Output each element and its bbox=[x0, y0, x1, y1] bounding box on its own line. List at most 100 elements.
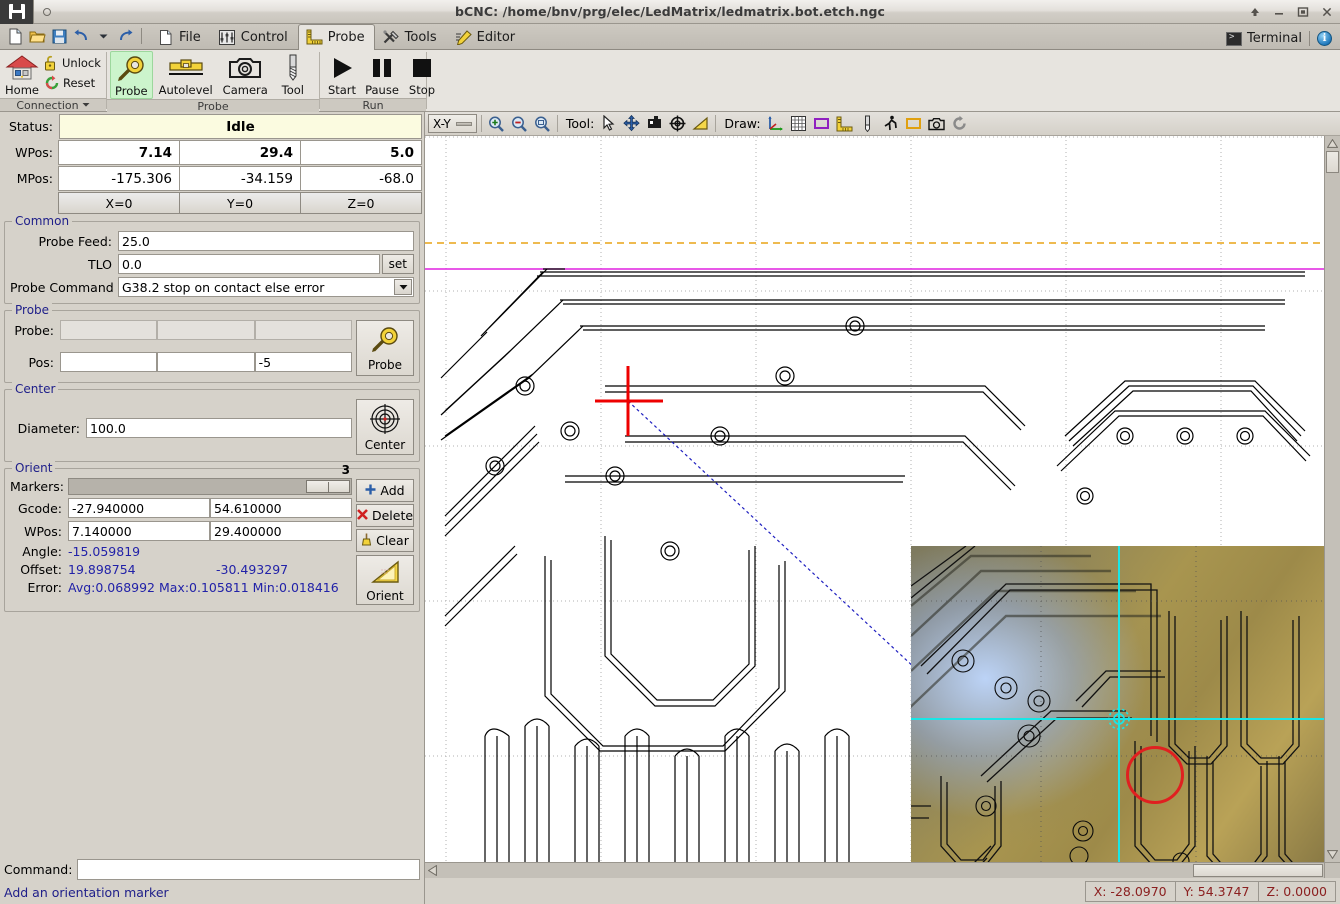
connection-caption: Connection bbox=[16, 98, 79, 112]
slider-thumb[interactable] bbox=[306, 480, 350, 493]
set-button[interactable]: set bbox=[381, 254, 414, 274]
camera-view-icon[interactable] bbox=[926, 113, 947, 134]
probe-feed-input[interactable]: 25.0 bbox=[118, 231, 414, 251]
reset-button[interactable]: Reset bbox=[41, 73, 104, 93]
tab-editor-label: Editor bbox=[476, 29, 516, 45]
save-disk-icon[interactable] bbox=[49, 26, 69, 46]
probe-ruler-icon[interactable] bbox=[834, 113, 855, 134]
window-minimize-button[interactable] bbox=[1272, 4, 1286, 20]
common-group: Common Probe Feed: 25.0 TLO 0.0 set Prob… bbox=[4, 214, 420, 304]
tool-button[interactable]: Tool bbox=[274, 51, 312, 97]
undo-arrow-icon[interactable] bbox=[71, 26, 91, 46]
vscroll-thumb[interactable] bbox=[1326, 151, 1339, 173]
canvas-horizontal-scrollbar[interactable] bbox=[425, 862, 1324, 878]
probe-command-row: Probe Command G38.2 stop on contact else… bbox=[10, 277, 414, 297]
command-input[interactable] bbox=[77, 859, 420, 880]
markers-slider[interactable] bbox=[68, 478, 352, 495]
pan-move-icon[interactable] bbox=[621, 113, 642, 134]
window-close-button[interactable] bbox=[1320, 4, 1334, 20]
vscroll-track[interactable] bbox=[1325, 173, 1340, 847]
ruler-triangle-icon[interactable] bbox=[690, 113, 711, 134]
clear-label: Clear bbox=[376, 533, 409, 548]
gcode-x-input[interactable]: -27.940000 bbox=[68, 498, 210, 518]
chevron-down-icon[interactable] bbox=[394, 279, 412, 295]
pos-z-input[interactable]: -5 bbox=[254, 352, 352, 372]
pos-x-input[interactable] bbox=[60, 352, 158, 372]
probe-action-button[interactable]: Probe bbox=[356, 320, 414, 376]
unlock-button[interactable]: Unlock bbox=[41, 53, 104, 73]
margin-icon[interactable] bbox=[811, 113, 832, 134]
view-mode-selector[interactable]: X-Y bbox=[428, 114, 477, 133]
orient-wpos-y-input[interactable]: 29.400000 bbox=[210, 521, 352, 541]
workarea-icon[interactable] bbox=[903, 113, 924, 134]
grid-icon[interactable] bbox=[788, 113, 809, 134]
tlo-input[interactable]: 0.0 bbox=[118, 254, 380, 274]
markers-label: Markers: bbox=[10, 479, 64, 494]
ribbon-group-connection-label[interactable]: Connection bbox=[0, 98, 106, 112]
scroll-up-arrow-icon[interactable] bbox=[1325, 136, 1340, 151]
hscroll-thumb[interactable] bbox=[1193, 864, 1323, 877]
center-target-icon[interactable] bbox=[667, 113, 688, 134]
orient-wpos-x-input[interactable]: 7.140000 bbox=[68, 521, 210, 541]
tab-probe[interactable]: Probe bbox=[297, 24, 375, 50]
wpos-y[interactable]: 29.4 bbox=[179, 140, 301, 165]
probe-command-select[interactable]: G38.2 stop on contact else error bbox=[118, 277, 414, 297]
app-icon[interactable] bbox=[0, 0, 34, 24]
open-folder-icon[interactable] bbox=[27, 26, 47, 46]
window-shade-button[interactable] bbox=[1248, 4, 1262, 20]
zoom-out-icon[interactable] bbox=[509, 113, 530, 134]
tab-editor[interactable]: Editor bbox=[447, 25, 525, 49]
zero-z-button[interactable]: Z=0 bbox=[300, 192, 422, 214]
delete-marker-button[interactable]: Delete bbox=[356, 504, 414, 527]
home-button[interactable]: Home bbox=[3, 51, 41, 97]
pos-y-input[interactable] bbox=[157, 352, 255, 372]
gcode-canvas[interactable] bbox=[425, 136, 1324, 862]
gcode-y-input[interactable]: 54.610000 bbox=[210, 498, 352, 518]
diameter-input[interactable]: 100.0 bbox=[86, 418, 352, 438]
chevron-down-icon[interactable] bbox=[93, 26, 113, 46]
probe-button[interactable]: Probe bbox=[110, 51, 153, 99]
stop-button[interactable]: Stop bbox=[403, 51, 441, 97]
zoom-fit-icon[interactable] bbox=[532, 113, 553, 134]
select-arrow-icon[interactable] bbox=[598, 113, 619, 134]
rapid-move-icon[interactable] bbox=[880, 113, 901, 134]
tab-tools-label: Tools bbox=[404, 29, 437, 45]
probe-value-y bbox=[157, 320, 255, 340]
new-file-icon[interactable] bbox=[5, 26, 25, 46]
endmill-path-icon[interactable] bbox=[857, 113, 878, 134]
add-marker-button[interactable]: Add bbox=[356, 479, 414, 502]
pencil-icon bbox=[455, 29, 472, 46]
zero-x-button[interactable]: X=0 bbox=[58, 192, 180, 214]
origin-icon[interactable] bbox=[644, 113, 665, 134]
clear-markers-button[interactable]: Clear bbox=[356, 529, 414, 552]
camera-overlay[interactable] bbox=[911, 546, 1324, 862]
tab-tools[interactable]: Tools bbox=[375, 25, 447, 49]
window-maximize-button[interactable] bbox=[1296, 4, 1310, 20]
wpos-z[interactable]: 5.0 bbox=[300, 140, 422, 165]
wpos-x[interactable]: 7.14 bbox=[58, 140, 180, 165]
autolevel-button[interactable]: Autolevel bbox=[155, 51, 217, 97]
tool-section-label: Tool: bbox=[565, 116, 595, 131]
center-action-button[interactable]: Center bbox=[356, 399, 414, 455]
pause-button[interactable]: Pause bbox=[363, 51, 401, 97]
scroll-down-arrow-icon[interactable] bbox=[1325, 847, 1340, 862]
info-icon[interactable]: i bbox=[1317, 31, 1332, 46]
mpos-row: MPos: -175.306 -34.159 -68.0 bbox=[2, 166, 422, 191]
window-menu-icon[interactable] bbox=[34, 0, 60, 24]
coordinate-status-bar: X: -28.0970 Y: 54.3747 Z: 0.0000 bbox=[425, 878, 1340, 904]
axes-icon[interactable] bbox=[765, 113, 786, 134]
orient-action-button[interactable]: Orient bbox=[356, 555, 414, 605]
start-button[interactable]: Start bbox=[323, 51, 361, 97]
tab-file[interactable]: File bbox=[149, 25, 211, 49]
terminal-button[interactable]: Terminal bbox=[1226, 31, 1302, 46]
camera-button[interactable]: Camera bbox=[219, 51, 272, 97]
scroll-left-arrow-icon[interactable] bbox=[425, 863, 440, 878]
zoom-in-icon[interactable] bbox=[486, 113, 507, 134]
reload-icon[interactable] bbox=[949, 113, 970, 134]
red-x-icon bbox=[357, 508, 368, 523]
zero-y-button[interactable]: Y=0 bbox=[179, 192, 301, 214]
tab-control[interactable]: Control bbox=[211, 25, 298, 49]
redo-arrow-icon[interactable] bbox=[115, 26, 135, 46]
canvas-vertical-scrollbar[interactable] bbox=[1324, 136, 1340, 862]
hscroll-track[interactable] bbox=[440, 863, 1193, 878]
